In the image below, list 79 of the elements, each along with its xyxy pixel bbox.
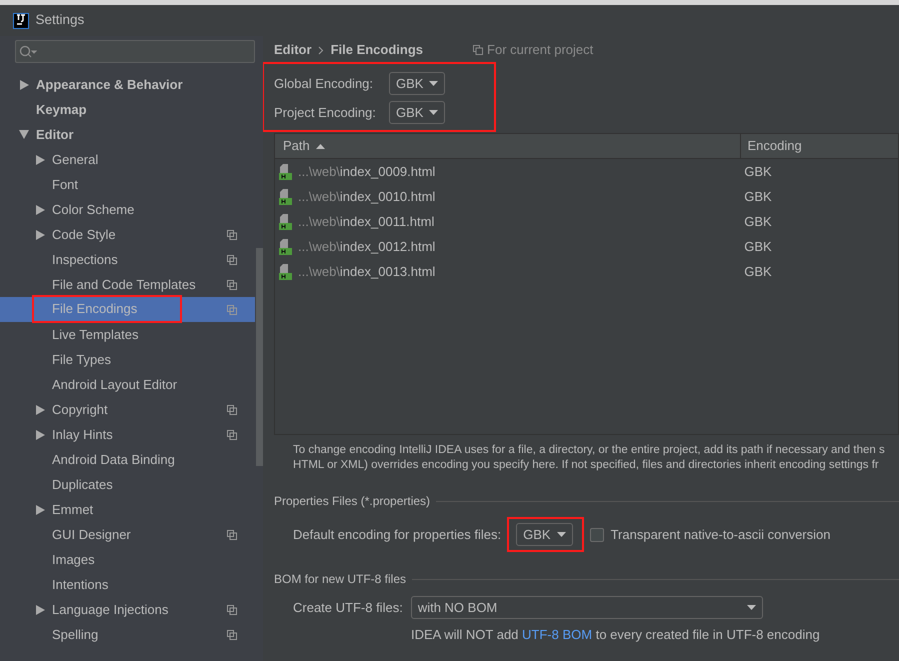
collapsed-arrow-icon[interactable] [36,430,44,440]
note-text: IDEA will NOT add UTF-8 BOM to every created file in UTF-8 encoding [410,626,821,644]
description-text: HTML or XML) overrides encoding you specify here. If not specified, files and directories inherit encoding settings fr [293,458,880,473]
copy-icon [473,45,484,55]
tree-item[interactable]: Emmet [0,497,255,522]
tree-item[interactable]: Language Injections [0,597,255,622]
table-cell: GBK [744,238,772,254]
tree-item[interactable]: Android Data Binding [0,447,255,472]
table-cell: GBK [744,214,772,229]
html-file-icon [279,238,292,254]
tree-item[interactable]: Inlay Hints [0,422,255,447]
search-field[interactable] [15,40,255,63]
encoding-dropdown[interactable]: GBK [389,72,446,95]
tree-item[interactable]: Live Templates [0,322,255,347]
file-path: ...\web\index_0013.html [298,262,436,281]
tree-item[interactable]: Color Scheme [0,197,255,222]
tree-item[interactable]: Keymap [0,97,255,122]
html-file-icon [279,214,292,230]
table-cell: GBK [744,188,772,204]
field-label: Create UTF-8 files: [293,598,403,617]
section-title: Properties Files (*.properties) [274,493,430,510]
caret-icon [556,532,566,537]
checkbox-label: Transparent native-to-ascii conversion [610,526,830,544]
tree-item[interactable]: Editor [0,122,255,147]
collapsed-arrow-icon[interactable] [36,154,44,164]
collapsed-arrow-icon[interactable] [36,230,44,240]
collapsed-arrow-icon[interactable] [36,604,44,614]
tree-item[interactable]: Inspections [0,247,255,272]
breadcrumb-item: File Encodings [330,41,424,60]
tree-item[interactable]: Duplicates [0,472,255,497]
field-label: Default encoding for properties files: [293,526,502,544]
tree-item[interactable]: File Types [0,347,255,372]
html-file-icon [279,164,292,180]
bom-dropdown[interactable]: with NO BOM [410,596,763,619]
caret-icon [429,110,438,115]
search-icon [19,44,38,58]
caret-icon [429,81,438,86]
expanded-arrow-icon[interactable] [19,130,29,139]
chevron-icon [318,46,324,54]
section-title: BOM for new UTF-8 files [274,571,406,588]
tree-item[interactable]: File and Code Templates [0,272,255,297]
table-cell: GBK [744,264,772,279]
collapsed-arrow-icon[interactable] [36,504,44,514]
description-text: To change encoding IntelliJ IDEA uses for a file, a directory, or the entire project, add its path if necessary and then s [293,443,886,458]
breadcrumb-item: Editor [274,41,312,60]
collapsed-arrow-icon[interactable] [20,80,28,90]
encoding-dropdown[interactable]: GBK [389,101,446,124]
encoding-label: Project Encoding: [274,104,377,122]
sort-ascending-icon [316,144,326,148]
window-title: Settings [36,11,84,30]
encoding-label: Global Encoding: [274,74,374,93]
link[interactable]: UTF-8 BOM [522,627,592,642]
scope-note: For current project [487,41,594,60]
tree-item[interactable]: Code Style [0,222,255,247]
scrollbar[interactable] [256,248,263,466]
file-path: ...\web\index_0010.html [298,188,436,206]
tree-item[interactable]: Font [0,172,255,197]
tree-item[interactable]: GUI Designer [0,522,255,547]
tree-item[interactable]: Spelling [0,622,255,647]
html-file-icon [279,188,292,204]
collapsed-arrow-icon[interactable] [36,204,44,214]
html-file-icon [279,264,292,280]
column-header[interactable]: Path [283,136,310,156]
table-cell: GBK [744,164,772,179]
tree-item[interactable]: Images [0,547,255,572]
collapsed-arrow-icon[interactable] [36,404,44,414]
checkbox[interactable] [590,528,604,542]
tree-item[interactable]: Appearance & Behavior [0,72,255,97]
tree-item[interactable]: General [0,147,255,172]
tree-item[interactable]: Copyright [0,397,255,422]
app-logo-icon [13,12,29,28]
file-path: ...\web\index_0011.html [298,212,434,231]
file-path: ...\web\index_0009.html [298,162,436,181]
file-path: ...\web\index_0012.html [298,238,436,256]
tree-item[interactable]: Intentions [0,572,255,597]
caret-icon [746,605,756,610]
column-header[interactable]: Encoding [748,136,802,156]
tree-item[interactable]: Android Layout Editor [0,372,255,397]
encoding-dropdown[interactable]: GBK [516,523,573,546]
